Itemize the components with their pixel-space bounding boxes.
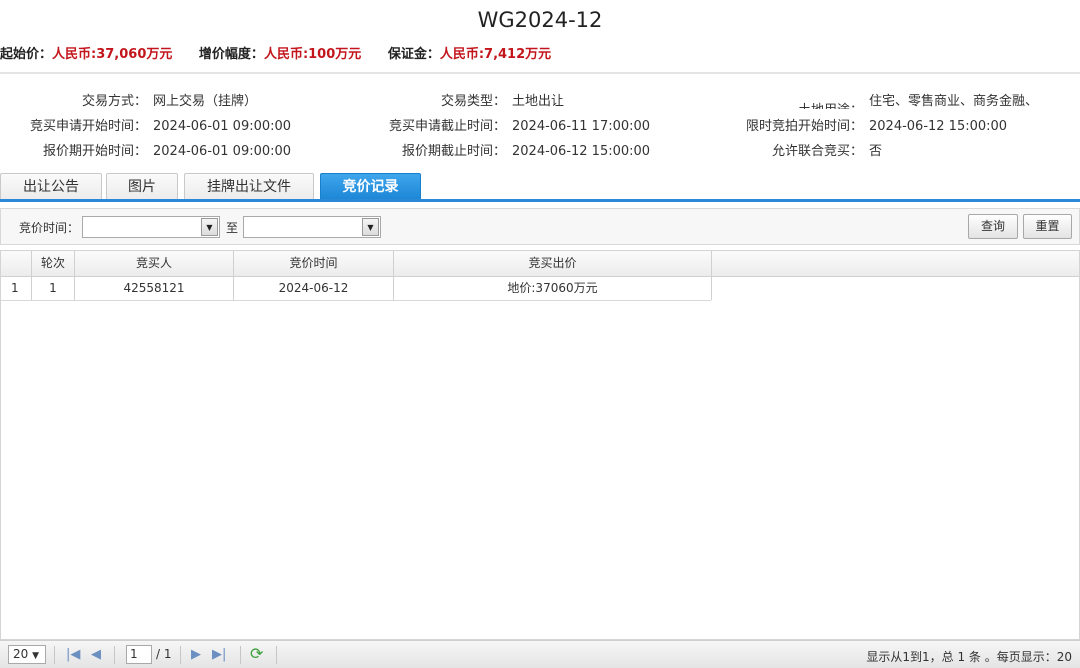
- row-number: 1: [1, 277, 32, 300]
- apply-start-value: 2024-06-01 09:00:00: [153, 119, 292, 134]
- total-pages: / 1: [156, 647, 172, 661]
- apply-start-label: 竞买申请开始时间：: [29, 119, 147, 134]
- cell-bid-time: 2024-06-12: [234, 277, 394, 300]
- quote-start-row: 报价期开始时间： 2024-06-01 09:00:00: [0, 140, 291, 159]
- apply-end-label: 竞买申请截止时间：: [388, 119, 506, 134]
- tab-bar: 出让公告 图片 挂牌出让文件 竞价记录: [0, 173, 1080, 201]
- quote-start-value: 2024-06-01 09:00:00: [153, 144, 292, 159]
- column-header-bid-time[interactable]: 竞价时间: [234, 251, 394, 276]
- auction-start-label: 限时竞拍开始时间：: [745, 119, 863, 134]
- joint-bid-label: 允许联合竞买：: [771, 144, 863, 159]
- table-row[interactable]: 1 1 42558121 2024-06-12 地价:37060万元: [1, 277, 712, 301]
- tab-images[interactable]: 图片: [106, 173, 178, 200]
- cell-round: 1: [32, 277, 75, 300]
- trade-mode-value: 网上交易（挂牌）: [153, 94, 258, 109]
- trade-type-label: 交易类型：: [440, 94, 506, 109]
- tab-underline: [0, 199, 1080, 202]
- grid-header: 轮次 竞买人 竞价时间 竞买出价: [1, 251, 1079, 277]
- divider: [240, 646, 241, 664]
- quote-end-value: 2024-06-12 15:00:00: [512, 144, 651, 159]
- bid-time-to-select[interactable]: ▼: [243, 216, 381, 238]
- cell-bid-price: 地价:37060万元: [394, 277, 712, 300]
- increment-value: 人民币:100万元: [263, 47, 362, 62]
- start-price-label: 起始价：: [0, 47, 53, 62]
- column-header-bid-price[interactable]: 竞买出价: [394, 251, 712, 276]
- row-number-header: [1, 251, 32, 276]
- auction-start-value: 2024-06-12 15:00:00: [869, 119, 1008, 134]
- query-button[interactable]: 查询: [968, 214, 1018, 239]
- chevron-down-icon: ▼: [32, 651, 40, 661]
- quote-end-row: 报价期截止时间： 2024-06-12 15:00:00: [359, 140, 650, 159]
- quote-start-label: 报价期开始时间：: [42, 144, 147, 159]
- increment-label: 增价幅度：: [198, 47, 264, 62]
- bid-time-label: 竞价时间：: [19, 221, 80, 235]
- pagination-summary: 显示从1到1，总 1 条 。每页显示：20: [866, 650, 1072, 664]
- last-page-icon[interactable]: ▶|: [212, 646, 226, 664]
- tab-announcement[interactable]: 出让公告: [0, 173, 102, 200]
- page-title: WG2024-12: [477, 8, 603, 32]
- apply-start-row: 竞买申请开始时间： 2024-06-01 09:00:00: [0, 115, 291, 134]
- prev-page-icon[interactable]: ◀: [91, 646, 101, 664]
- refresh-icon[interactable]: ⟳: [250, 645, 263, 663]
- tab-bid-records[interactable]: 竞价记录: [320, 173, 421, 200]
- deposit-value: 人民币:7,412万元: [439, 47, 552, 62]
- apply-end-value: 2024-06-11 17:00:00: [512, 119, 651, 134]
- to-label: 至: [226, 221, 239, 235]
- column-header-round[interactable]: 轮次: [32, 251, 75, 276]
- divider: [0, 72, 1080, 74]
- page-number-input[interactable]: 1: [126, 645, 152, 664]
- tab-listing-documents[interactable]: 挂牌出让文件: [184, 173, 314, 200]
- joint-bid-value: 否: [869, 144, 883, 159]
- filter-bar: 竞价时间： ▼ 至 ▼ 查询 重置: [0, 208, 1080, 245]
- divider: [276, 646, 277, 664]
- divider: [54, 646, 55, 664]
- column-header-bidder[interactable]: 竞买人: [75, 251, 234, 276]
- trade-type-value: 土地出让: [512, 94, 565, 109]
- deposit-label: 保证金：: [387, 47, 440, 62]
- divider: [114, 646, 115, 664]
- land-use-value: 住宅、零售商业、商务金融、: [869, 94, 1039, 109]
- pagination-bar: 20 ▼ |◀ ◀ 1 / 1 ▶ ▶| ⟳ 显示从1到1，总 1 条 。每页显…: [0, 640, 1080, 668]
- trade-mode-row: 交易方式： 网上交易（挂牌）: [0, 90, 257, 109]
- divider: [180, 646, 181, 664]
- cell-bidder: 42558121: [75, 277, 234, 300]
- trade-type-row: 交易类型： 土地出让: [359, 90, 564, 109]
- first-page-icon[interactable]: |◀: [66, 646, 80, 664]
- bid-time-from-select[interactable]: ▼: [82, 216, 220, 238]
- land-use-row: 土地用途： 住宅、零售商业、商务金融、: [716, 90, 1038, 109]
- next-page-icon[interactable]: ▶: [191, 646, 201, 664]
- chevron-down-icon[interactable]: ▼: [201, 218, 218, 236]
- quote-end-label: 报价期截止时间：: [401, 144, 506, 159]
- land-use-label: 土地用途：: [716, 99, 863, 109]
- joint-bid-row: 允许联合竞买： 否: [716, 140, 882, 159]
- reset-button[interactable]: 重置: [1023, 214, 1072, 239]
- page-size-select[interactable]: 20 ▼: [8, 645, 46, 664]
- price-summary: 起始价：人民币:37,060万元 增价幅度：人民币:100万元 保证金：人民币:…: [0, 43, 573, 62]
- trade-mode-label: 交易方式：: [81, 94, 147, 109]
- auction-start-row: 限时竞拍开始时间： 2024-06-12 15:00:00: [716, 115, 1007, 134]
- chevron-down-icon[interactable]: ▼: [362, 218, 379, 236]
- page-size-value: 20: [13, 647, 29, 661]
- apply-end-row: 竞买申请截止时间： 2024-06-11 17:00:00: [359, 115, 650, 134]
- bid-records-grid: 轮次 竞买人 竞价时间 竞买出价 1 1 42558121 2024-06-12…: [0, 250, 1080, 640]
- start-price-value: 人民币:37,060万元: [52, 47, 173, 62]
